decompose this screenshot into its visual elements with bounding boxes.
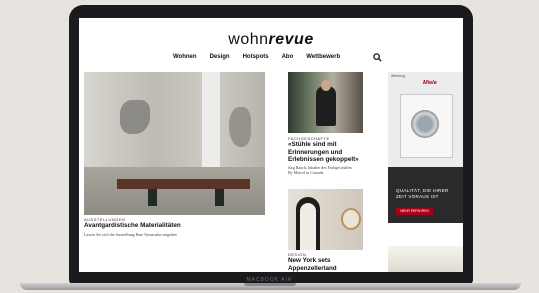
article-image-portrait[interactable] [288, 72, 363, 133]
ad-claim: QUALITÄT, DIE IHRER ZEIT VORAUS IST [396, 188, 448, 200]
search-icon[interactable] [373, 53, 382, 62]
hero-wall-patch [120, 100, 150, 134]
hero-image[interactable] [84, 72, 265, 215]
site-logo[interactable]: wohnrevue [79, 31, 463, 49]
hero-pillar [202, 72, 220, 172]
main-nav: Wohnen Design Hotspots Abo Wettbewerb [173, 54, 340, 60]
hero-floor [84, 167, 265, 215]
logo-italic: revue [268, 31, 314, 48]
headline-line: Erlebnissen gekoppelt» [288, 156, 359, 163]
round-mirror [341, 208, 361, 230]
hero-bench-leg [148, 189, 157, 206]
headline-line: Erinnerungen und [288, 148, 343, 156]
headline-line: Appenzellerland [288, 264, 337, 272]
device-brand-label: MACBOOK AIR [246, 277, 293, 283]
hero-bench-leg [215, 189, 224, 206]
side-article-1-teaser: Jürg Rauch, Inhaber des Fachgeschäftes B… [288, 165, 368, 175]
hero-wall-patch [229, 107, 251, 147]
headline-line: New York sets [288, 257, 331, 264]
nav-item-hotspots[interactable]: Hotspots [243, 54, 269, 60]
ad-banner[interactable] [388, 72, 463, 223]
browser-screen: wohnrevue Wohnen Design Hotspots Abo Wet… [79, 18, 463, 272]
arch-inner [300, 203, 316, 250]
headline-line: «Stühle sind mit [288, 141, 337, 148]
person-figure [316, 86, 336, 126]
hero-bench [117, 179, 250, 189]
hero-headline[interactable]: Avantgardistische Materialitäten [84, 222, 265, 230]
ad-logo: Miele [423, 80, 437, 86]
ad-button[interactable]: MEHR ERFAHREN [396, 208, 433, 215]
side-article-1-headline[interactable]: «Stühle sind mit Erinnerungen und Erlebn… [288, 141, 368, 164]
ad-banner-secondary[interactable] [388, 246, 463, 272]
washing-machine-drum [411, 110, 439, 138]
side-article-2-headline[interactable]: New York sets Appenzellerland [288, 257, 368, 272]
ad-tag: Werbung [391, 74, 406, 78]
nav-item-design[interactable]: Design [210, 54, 230, 60]
person-head [321, 80, 331, 91]
nav-item-wohnen[interactable]: Wohnen [173, 54, 197, 60]
logo-plain: wohn [228, 31, 269, 48]
hero-teaser: Lassen Sie sich die Ausstellung Rare Ver… [84, 232, 177, 237]
teaser-line: By Marcel in Conrads [288, 170, 324, 175]
nav-item-abo[interactable]: Abo [282, 54, 294, 60]
laptop-notch [244, 283, 296, 286]
nav-item-wettbewerb[interactable]: Wettbewerb [306, 54, 340, 60]
ad-claim-line: ZEIT VORAUS IST [396, 194, 439, 199]
article-image-interior[interactable] [288, 189, 363, 250]
